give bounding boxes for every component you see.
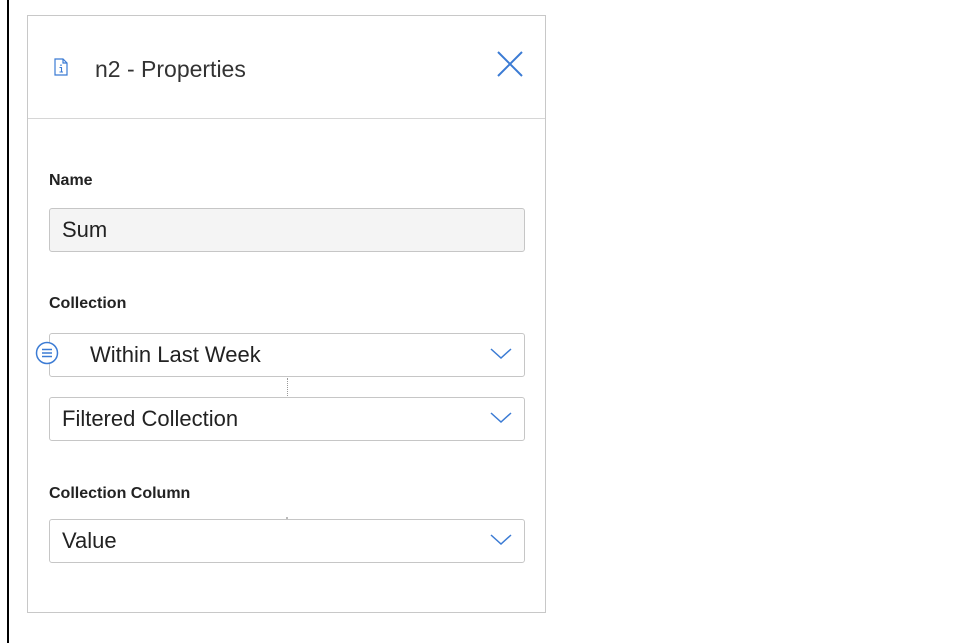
- chevron-down-icon: [490, 348, 512, 360]
- collection-column-select[interactable]: Value: [49, 519, 525, 563]
- chevron-down-icon: [490, 534, 512, 546]
- collection-select-value: Within Last Week: [90, 342, 261, 367]
- collection-column-label: Collection Column: [49, 485, 191, 502]
- name-field[interactable]: Sum: [49, 208, 525, 252]
- name-label: Name: [49, 172, 93, 189]
- window-edge: [7, 0, 9, 643]
- info-document-icon: [54, 58, 68, 76]
- panel-header: n2 - Properties: [28, 16, 545, 119]
- collection-label: Collection: [49, 295, 127, 312]
- panel-title: n2 - Properties: [95, 56, 246, 82]
- collection-connector: [287, 378, 288, 398]
- chevron-down-icon: [490, 412, 512, 424]
- collection-select[interactable]: Within Last Week: [49, 333, 525, 377]
- collection-column-select-value: Value: [62, 528, 117, 553]
- properties-panel: n2 - Properties Name Sum Collection With…: [27, 15, 546, 613]
- filtered-collection-select[interactable]: Filtered Collection: [49, 397, 525, 441]
- list-icon[interactable]: [35, 341, 59, 365]
- close-icon[interactable]: [494, 48, 526, 80]
- filtered-collection-select-value: Filtered Collection: [62, 406, 239, 431]
- page: n2 - Properties Name Sum Collection With…: [0, 0, 980, 643]
